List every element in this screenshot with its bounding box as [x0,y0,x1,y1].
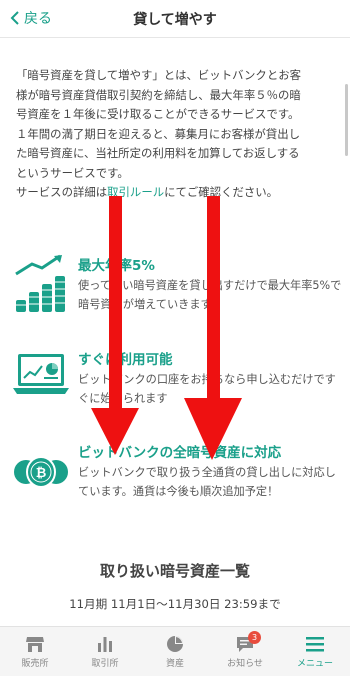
bar-chart-icon [98,636,112,652]
intro-text: 「暗号資産を貸して増やす」とは、ビットバンクとお客 様が暗号資産貸借取引契約を締… [16,66,338,203]
intro-line: というサービスです。 [16,165,129,180]
intro-line: 「暗号資産を貸して増やす」とは、ビットバンクとお客 [16,68,301,82]
nav-label: 販売所 [21,658,49,669]
scrollbar[interactable] [345,84,348,156]
intro-suffix: にてご確認ください。 [164,185,279,199]
notification-badge: 3 [248,631,261,644]
nav-label: お知らせ [227,658,263,669]
feature-item: すぐに利用可能 ビットバンクの口座をお持ちなら申し込むだけですぐに始められます [12,348,342,418]
trade-rules-link[interactable]: 取引ルール [107,185,164,199]
feature-item: ₿ ビットバンクの全暗号資産に対応 ビットバンクで取り扱う全通貨の貸し出しに対応… [12,441,342,511]
lending-period: 11月期 11月1日〜11月30日 23:59まで [69,597,281,611]
intro-line: １年間の満了期日を迎えると、募集月にお客様が貸出し [16,126,300,141]
app-header: 戻る 貸して増やす [0,0,350,38]
intro-line-last: サービスの詳細は取引ルールにてご確認ください。 [16,183,338,203]
bottom-nav: 販売所 取引所 資産 3 お知らせ メニュー [0,626,350,676]
feature-title: 最大年率5% [78,258,155,274]
feature-desc: ビットバンクの口座をお持ちなら申し込むだけですぐに始められます [78,373,336,405]
nav-label: メニュー [296,658,333,669]
intro-line: た暗号資産に、当社所定の利用料を加算してお返しする [16,146,300,160]
coins-growth-icon [15,254,65,312]
nav-item-exchange[interactable]: 取引所 [70,627,140,676]
feature-title: ビットバンクの全暗号資産に対応 [78,445,282,461]
intro-line: 様が暗号資産貸借取引契約を締結し、最大年率５％の暗 [16,87,301,102]
nav-label: 資産 [165,658,184,669]
nav-item-shop[interactable]: 販売所 [0,627,70,676]
intro-line: 号資産を１年後に受け取ることができるサービスです。 [16,107,300,121]
pie-chart-icon [167,635,183,652]
nav-item-menu[interactable]: メニュー [280,627,350,676]
shop-icon [26,636,44,652]
section-title: 取り扱い暗号資産一覧 [99,562,250,580]
svg-text:₿: ₿ [36,466,47,481]
menu-icon [306,636,324,651]
main-content[interactable]: 「暗号資産を貸して増やす」とは、ビットバンクとお客 様が暗号資産貸借取引契約を締… [0,38,350,626]
feature-desc: 使ってない暗号資産を貸し出すだけで最大年率5%で暗号資産が増えていきます [78,279,342,311]
feature-desc: ビットバンクで取り扱う全通貨の貸し出しに対応しています。通貨は今後も順次追加予定… [78,466,336,498]
nav-item-news[interactable]: 3 お知らせ [210,627,280,676]
feature-title: すぐに利用可能 [78,352,173,368]
nav-item-assets[interactable]: 資産 [140,627,210,676]
nav-label: 取引所 [91,658,119,669]
intro-prefix: サービスの詳細は [16,185,108,199]
laptop-chart-icon [13,354,69,394]
feature-item: 最大年率5% 使ってない暗号資産を貸し出すだけで最大年率5%で暗号資産が増えてい… [12,254,342,324]
page-title: 貸して増やす [133,12,217,28]
crypto-coins-icon: ₿ [14,456,68,488]
